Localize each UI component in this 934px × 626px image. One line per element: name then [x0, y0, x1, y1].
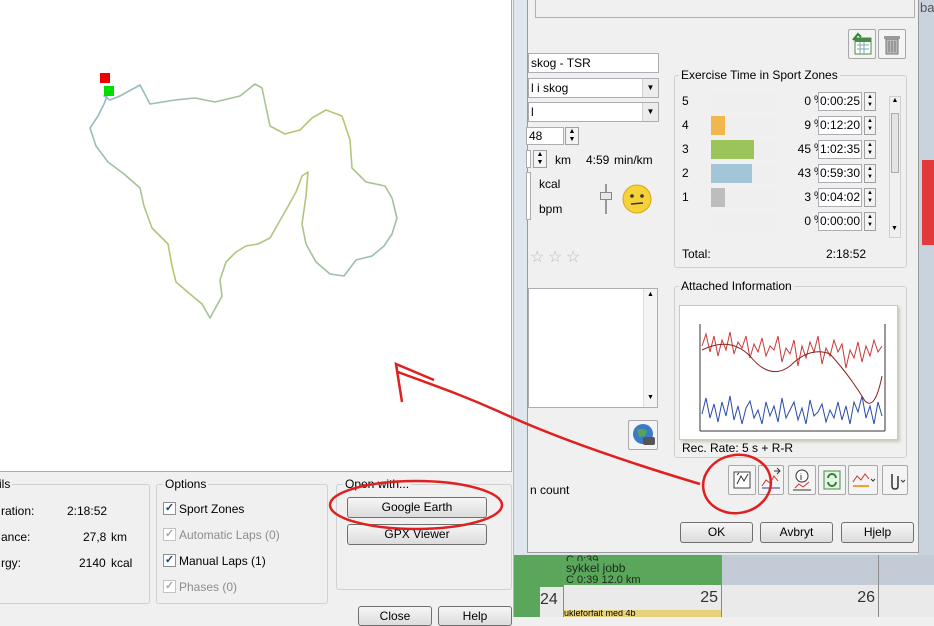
annotation-circle-google-earth [328, 479, 504, 531]
annotation-arrow [397, 370, 701, 486]
annotation-circle-map-tool [701, 453, 773, 515]
red-annotation-overlay [328, 361, 773, 531]
